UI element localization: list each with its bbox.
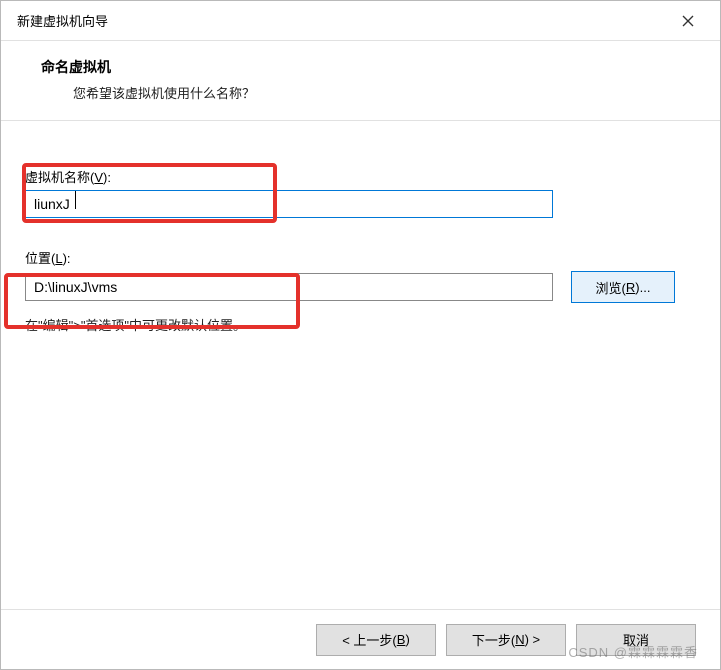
vm-name-input[interactable]: [25, 190, 553, 218]
wizard-window: 新建虚拟机向导 命名虚拟机 您希望该虚拟机使用什么名称？ 虚拟机名称(V): 位…: [0, 0, 721, 670]
close-icon: [682, 15, 694, 27]
next-button-pre: 下一步(: [472, 630, 515, 649]
next-button-post: ) >: [525, 632, 541, 647]
vm-location-label-post: ):: [63, 251, 71, 266]
vm-name-label: 虚拟机名称(V):: [25, 167, 696, 186]
back-button[interactable]: < 上一步(B): [316, 624, 436, 656]
header-subtitle: 您希望该虚拟机使用什么名称？: [41, 83, 720, 102]
cancel-button[interactable]: 取消: [576, 624, 696, 656]
back-button-pre: < 上一步(: [342, 630, 397, 649]
cancel-button-label: 取消: [623, 630, 649, 649]
close-button[interactable]: [668, 6, 708, 36]
vm-name-row: 虚拟机名称(V):: [25, 167, 696, 218]
vm-name-label-pre: 虚拟机名称(: [25, 170, 94, 185]
browse-button[interactable]: 浏览(R)...: [571, 271, 675, 303]
browse-button-pre: 浏览(: [596, 278, 626, 297]
vm-location-row: 浏览(R)...: [25, 271, 696, 303]
titlebar: 新建虚拟机向导: [1, 1, 720, 41]
vm-location-input[interactable]: [25, 273, 553, 301]
content-area: 虚拟机名称(V): 位置(L): 浏览(R)... 在"编辑">"首选项"中可更…: [1, 121, 720, 609]
vm-location-label: 位置(L):: [25, 248, 696, 267]
browse-button-accel: R: [626, 280, 635, 295]
next-button[interactable]: 下一步(N) >: [446, 624, 566, 656]
next-button-accel: N: [515, 632, 524, 647]
default-location-hint: 在"编辑">"首选项"中可更改默认位置。: [25, 315, 696, 334]
vm-name-label-post: ):: [103, 170, 111, 185]
header-band: 命名虚拟机 您希望该虚拟机使用什么名称？: [1, 41, 720, 121]
header-title: 命名虚拟机: [41, 57, 720, 77]
text-caret: [75, 191, 76, 209]
vm-location-label-accel: L: [55, 251, 62, 266]
vm-name-label-accel: V: [94, 170, 103, 185]
browse-button-post: )...: [635, 280, 650, 295]
back-button-post: ): [405, 632, 409, 647]
footer: < 上一步(B) 下一步(N) > 取消 CSDN @霖霖霖霖香: [1, 609, 720, 669]
back-button-accel: B: [397, 632, 406, 647]
window-title: 新建虚拟机向导: [17, 11, 108, 30]
vm-location-label-pre: 位置(: [25, 251, 55, 266]
